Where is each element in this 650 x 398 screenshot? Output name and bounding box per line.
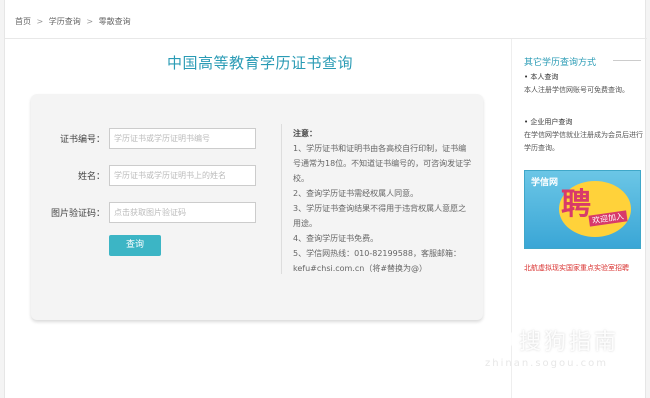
breadcrumb-current: 零散查询: [98, 17, 131, 26]
breadcrumb-education-query[interactable]: 学历查询: [49, 17, 81, 26]
cert-number-label: 证书编号：: [59, 135, 105, 145]
sidebar-title-rule: [613, 60, 641, 61]
personal-query-heading[interactable]: • 本人查询: [524, 71, 646, 84]
query-button[interactable]: 查询: [109, 235, 161, 256]
name-input[interactable]: [109, 165, 256, 186]
enterprise-query-block: • 企业用户查询 在学信网学信就业注册成为会员后进行学历查询。: [524, 116, 646, 155]
sogou-logo-icon: [483, 324, 513, 354]
personal-query-desc: 本人注册学信网账号可免费查询。: [524, 86, 629, 94]
notes-title: 注意：: [293, 129, 317, 138]
page-title: 中国高等教育学历证书查询: [166, 54, 353, 72]
captcha-label: 图片验证码：: [50, 209, 105, 219]
recruitment-link[interactable]: 北航虚拟现实国家重点实验室招聘: [524, 263, 629, 273]
recruitment-banner[interactable]: 学信网 聘 欢迎加入: [524, 170, 641, 249]
chsi-logo: 学信网: [531, 178, 559, 188]
form-divider: [281, 124, 282, 274]
note-item: 3、学历证书查询结果不得用于违背权属人意愿之用途。: [293, 204, 467, 228]
cert-number-input[interactable]: [109, 128, 256, 149]
enterprise-query-heading[interactable]: • 企业用户查询: [524, 116, 646, 129]
banner-hire-text: 聘: [561, 187, 591, 222]
enterprise-query-desc: 在学信网学信就业注册成为会员后进行学历查询。: [524, 131, 643, 152]
note-item: 5、学信网热线：010-82199588，客服邮箱：kefu#chsi.com.…: [293, 249, 461, 273]
note-item: 4、查询学历证书免费。: [293, 234, 379, 243]
personal-query-block: • 本人查询 本人注册学信网账号可免费查询。: [524, 71, 646, 97]
note-item: 1、学历证书和证明书由各高校自行印制，证书编号通常为18位。不知道证书编号的，可…: [293, 144, 472, 183]
breadcrumb-home[interactable]: 首页: [15, 17, 31, 26]
note-item: 2、查询学历证书需经权属人同意。: [293, 189, 419, 198]
breadcrumb: 首页 > 学历查询 > 零散查询: [15, 16, 134, 27]
query-form-panel: 证书编号： 姓名： 图片验证码： 查询 注意： 1、学历证书和证明书由各高校自行…: [31, 94, 483, 320]
breadcrumb-separator: >: [86, 17, 94, 26]
captcha-input[interactable]: [109, 202, 256, 223]
sidebar-title: 其它学历查询方式: [524, 58, 597, 68]
name-label: 姓名：: [77, 172, 105, 182]
notes-section: 注意： 1、学历证书和证明书由各高校自行印制，证书编号通常为18位。不知道证书编…: [293, 126, 473, 276]
page: 首页 > 学历查询 > 零散查询 中国高等教育学历证书查询 证书编号： 姓名： …: [4, 0, 647, 398]
sidebar: 其它学历查询方式 • 本人查询 本人注册学信网账号可免费查询。 • 企业用户查询…: [511, 39, 647, 398]
breadcrumb-separator: >: [36, 17, 44, 26]
